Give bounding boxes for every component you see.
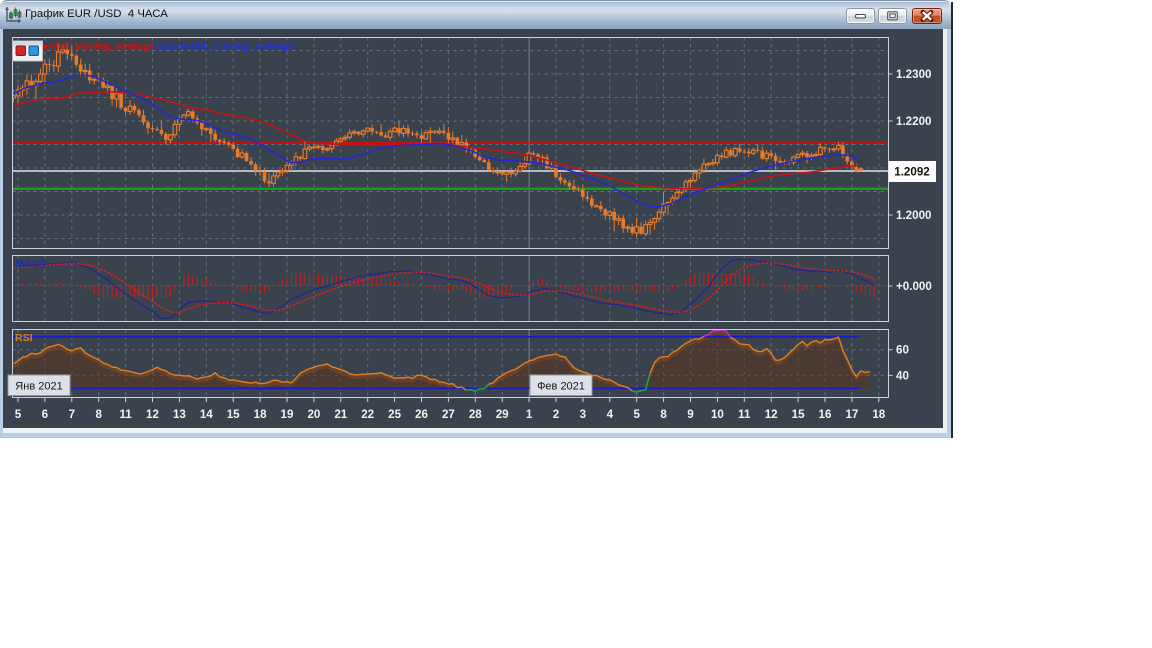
svg-text:27: 27 bbox=[442, 408, 455, 421]
svg-text:12: 12 bbox=[765, 408, 778, 421]
svg-text:11: 11 bbox=[119, 408, 132, 421]
svg-text:14: 14 bbox=[200, 408, 213, 421]
svg-text:26: 26 bbox=[415, 408, 428, 421]
svg-text:2: 2 bbox=[553, 408, 559, 421]
svg-text:5: 5 bbox=[15, 408, 22, 421]
svg-text:4: 4 bbox=[607, 408, 614, 421]
svg-text:21: 21 bbox=[334, 408, 347, 421]
svg-text:10: 10 bbox=[711, 408, 724, 421]
svg-text:1.2200: 1.2200 bbox=[896, 115, 931, 128]
svg-text:7: 7 bbox=[69, 408, 75, 421]
svg-text:13: 13 bbox=[173, 408, 186, 421]
svg-text:16: 16 bbox=[819, 408, 832, 421]
svg-text:17: 17 bbox=[845, 408, 858, 421]
svg-text:8: 8 bbox=[95, 408, 102, 421]
svg-text:11: 11 bbox=[738, 408, 751, 421]
svg-text:12: 12 bbox=[146, 408, 159, 421]
svg-text:15: 15 bbox=[227, 408, 240, 421]
svg-text:8: 8 bbox=[660, 408, 667, 421]
svg-text:9: 9 bbox=[687, 408, 694, 421]
svg-text:20: 20 bbox=[307, 408, 320, 421]
svg-text:28: 28 bbox=[469, 408, 482, 421]
svg-text:6: 6 bbox=[42, 408, 49, 421]
svg-text:29: 29 bbox=[496, 408, 509, 421]
svg-text:22: 22 bbox=[361, 408, 374, 421]
svg-text:60: 60 bbox=[896, 344, 909, 357]
svg-text:1.2092: 1.2092 bbox=[894, 166, 929, 179]
svg-text:19: 19 bbox=[281, 408, 294, 421]
svg-text:+0.000: +0.000 bbox=[896, 280, 932, 293]
svg-text:1.2000: 1.2000 bbox=[896, 209, 931, 222]
svg-text:1.2300: 1.2300 bbox=[896, 68, 931, 81]
svg-text:RSI: RSI bbox=[15, 332, 33, 344]
svg-text:Exponential_Moving_Average: Exponential_Moving_Average bbox=[152, 42, 294, 53]
svg-text:18: 18 bbox=[872, 408, 885, 421]
svg-text:40: 40 bbox=[896, 369, 909, 382]
svg-text:1: 1 bbox=[526, 408, 533, 421]
svg-text:Фев 2021: Фев 2021 bbox=[537, 381, 585, 393]
svg-text:5: 5 bbox=[633, 408, 640, 421]
svg-text:ential_Moving_Average: ential_Moving_Average bbox=[43, 42, 155, 53]
svg-text:Янв 2021: Янв 2021 bbox=[15, 381, 62, 393]
svg-text:MACD: MACD bbox=[15, 258, 47, 270]
svg-text:25: 25 bbox=[388, 408, 401, 421]
svg-text:15: 15 bbox=[792, 408, 805, 421]
svg-text:18: 18 bbox=[254, 408, 267, 421]
svg-text:3: 3 bbox=[580, 408, 587, 421]
